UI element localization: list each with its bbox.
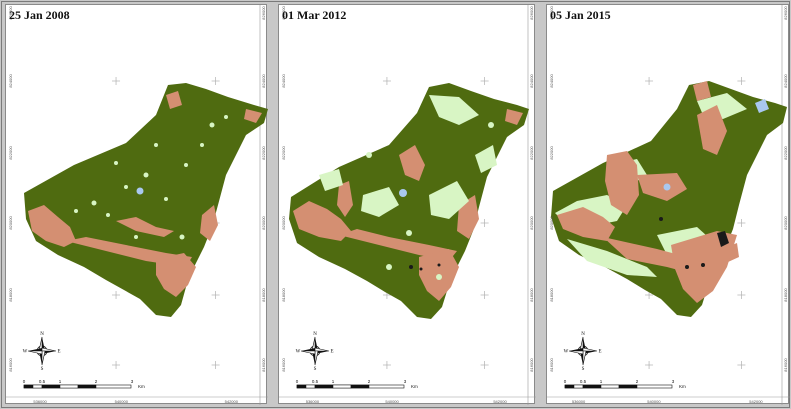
- x-tick-label: 536000: [33, 399, 47, 404]
- map-layout-frame: 826000 826000 824000 824000 822000 822000 8200…: [1, 1, 790, 408]
- x-tick-label: 540000: [115, 399, 129, 404]
- water-body: [136, 187, 144, 195]
- compass-label-w: W: [23, 350, 28, 355]
- y-tick-label: 820000: [783, 216, 788, 230]
- y-tick-label: 818000: [261, 288, 266, 302]
- y-tick-label: 824000: [261, 74, 266, 88]
- water-body: [399, 189, 407, 197]
- y-tick-label: 822000: [8, 146, 13, 160]
- study-area-forest: [24, 83, 268, 317]
- x-tick-label: 542000: [749, 399, 763, 404]
- compass-label-s: S: [41, 367, 44, 372]
- compass-label-e: E: [330, 350, 333, 355]
- y-tick-label: 820000: [8, 216, 13, 230]
- tick-labels-x: 536000 540000 542000: [306, 399, 508, 404]
- scale-label: 2: [95, 379, 98, 384]
- y-tick-label: 822000: [529, 146, 534, 160]
- x-tick-label: 540000: [385, 399, 399, 404]
- scale-label: 1: [332, 379, 335, 384]
- x-tick-label: 542000: [225, 399, 239, 404]
- y-tick-label: 822000: [549, 146, 554, 160]
- y-tick-label: 824000: [783, 74, 788, 88]
- scale-label: 0.5: [312, 379, 319, 384]
- y-tick-label: 818000: [529, 288, 534, 302]
- compass-label-n: N: [581, 332, 585, 337]
- compass-label-s: S: [314, 367, 317, 372]
- x-tick-label: 542000: [493, 399, 507, 404]
- compass-label-e: E: [598, 350, 601, 355]
- study-area-forest: [289, 83, 529, 319]
- y-tick-label: 822000: [783, 146, 788, 160]
- scale-bar: 0 0.5 1 2 3 Km: [564, 379, 686, 389]
- map-canvas-2015: 826000 826000824000 824000822000 8220008200…: [547, 5, 790, 405]
- scale-label: 3: [672, 379, 675, 384]
- scale-label: 1: [600, 379, 603, 384]
- map-canvas-2008: 826000 826000824000 824000822000 8220008200…: [6, 5, 268, 405]
- scale-bar: 0 0.5 1 2 3 Km: [296, 379, 418, 389]
- scale-label: 1: [59, 379, 62, 384]
- compass-label-n: N: [40, 332, 44, 337]
- y-tick-label: 824000: [529, 74, 534, 88]
- scale-label: 0: [296, 379, 299, 384]
- x-tick-label: 536000: [572, 399, 586, 404]
- scale-label: 0.5: [39, 379, 46, 384]
- map-panel-2012: 826000 826000 824000 824000 822000 822000 8200…: [278, 4, 536, 405]
- scale-label: 0: [23, 379, 26, 384]
- y-tick-label: 826000: [783, 6, 788, 20]
- y-tick-label: 826000: [529, 6, 534, 20]
- water-body: [663, 183, 671, 191]
- compass-rose-icon: N S E W: [23, 332, 61, 372]
- scale-unit: Km: [411, 384, 418, 389]
- scale-label: 2: [636, 379, 639, 384]
- compass-label-n: N: [313, 332, 317, 337]
- y-tick-label: 824000: [281, 74, 286, 88]
- y-tick-label: 816000: [549, 358, 554, 372]
- x-tick-label: 540000: [647, 399, 661, 404]
- y-tick-label: 820000: [529, 216, 534, 230]
- y-tick-label: 820000: [261, 216, 266, 230]
- map-canvas-2012: 826000 826000824000 824000822000 8220008200…: [279, 5, 536, 405]
- y-tick-label: 824000: [549, 74, 554, 88]
- map-panel-2015: 826000 826000 824000 824000 822000 822000 8200…: [546, 4, 790, 405]
- y-tick-label: 824000: [8, 74, 13, 88]
- compass-label-w: W: [564, 350, 569, 355]
- scale-label: 0.5: [580, 379, 587, 384]
- tick-labels-x: 536000 540000 542000: [33, 399, 238, 404]
- y-tick-label: 816000: [281, 358, 286, 372]
- y-tick-label: 818000: [783, 288, 788, 302]
- scale-bar: 0 0.5 1 2 3 Km: [23, 379, 145, 389]
- panel-date: 25 Jan 2008: [9, 8, 70, 22]
- scale-label: 3: [404, 379, 407, 384]
- y-tick-label: 822000: [281, 146, 286, 160]
- scale-unit: Km: [138, 384, 145, 389]
- scale-label: 0: [564, 379, 567, 384]
- compass-rose-icon: N S E W: [564, 332, 602, 372]
- y-tick-label: 816000: [529, 358, 534, 372]
- panel-date: 01 Mar 2012: [282, 8, 347, 22]
- y-tick-label: 816000: [261, 358, 266, 372]
- y-tick-label: 816000: [8, 358, 13, 372]
- compass-label-e: E: [57, 350, 60, 355]
- y-tick-label: 818000: [281, 288, 286, 302]
- compass-rose-icon: N S E W: [296, 332, 334, 372]
- scale-label: 3: [131, 379, 134, 384]
- compass-label-w: W: [296, 350, 301, 355]
- y-tick-label: 820000: [281, 216, 286, 230]
- map-panel-2008: 826000 826000 824000 824000 822000 822000 8200…: [5, 4, 268, 405]
- x-tick-label: 536000: [306, 399, 320, 404]
- y-tick-label: 826000: [261, 6, 266, 20]
- compass-label-s: S: [582, 367, 585, 372]
- y-tick-label: 822000: [261, 146, 266, 160]
- scale-unit: Km: [679, 384, 686, 389]
- tick-labels-x: 536000 540000 542000: [572, 399, 764, 404]
- y-tick-label: 820000: [549, 216, 554, 230]
- scale-label: 2: [368, 379, 371, 384]
- y-tick-label: 818000: [8, 288, 13, 302]
- y-tick-label: 818000: [549, 288, 554, 302]
- panel-date: 05 Jan 2015: [550, 8, 611, 22]
- y-tick-label: 816000: [783, 358, 788, 372]
